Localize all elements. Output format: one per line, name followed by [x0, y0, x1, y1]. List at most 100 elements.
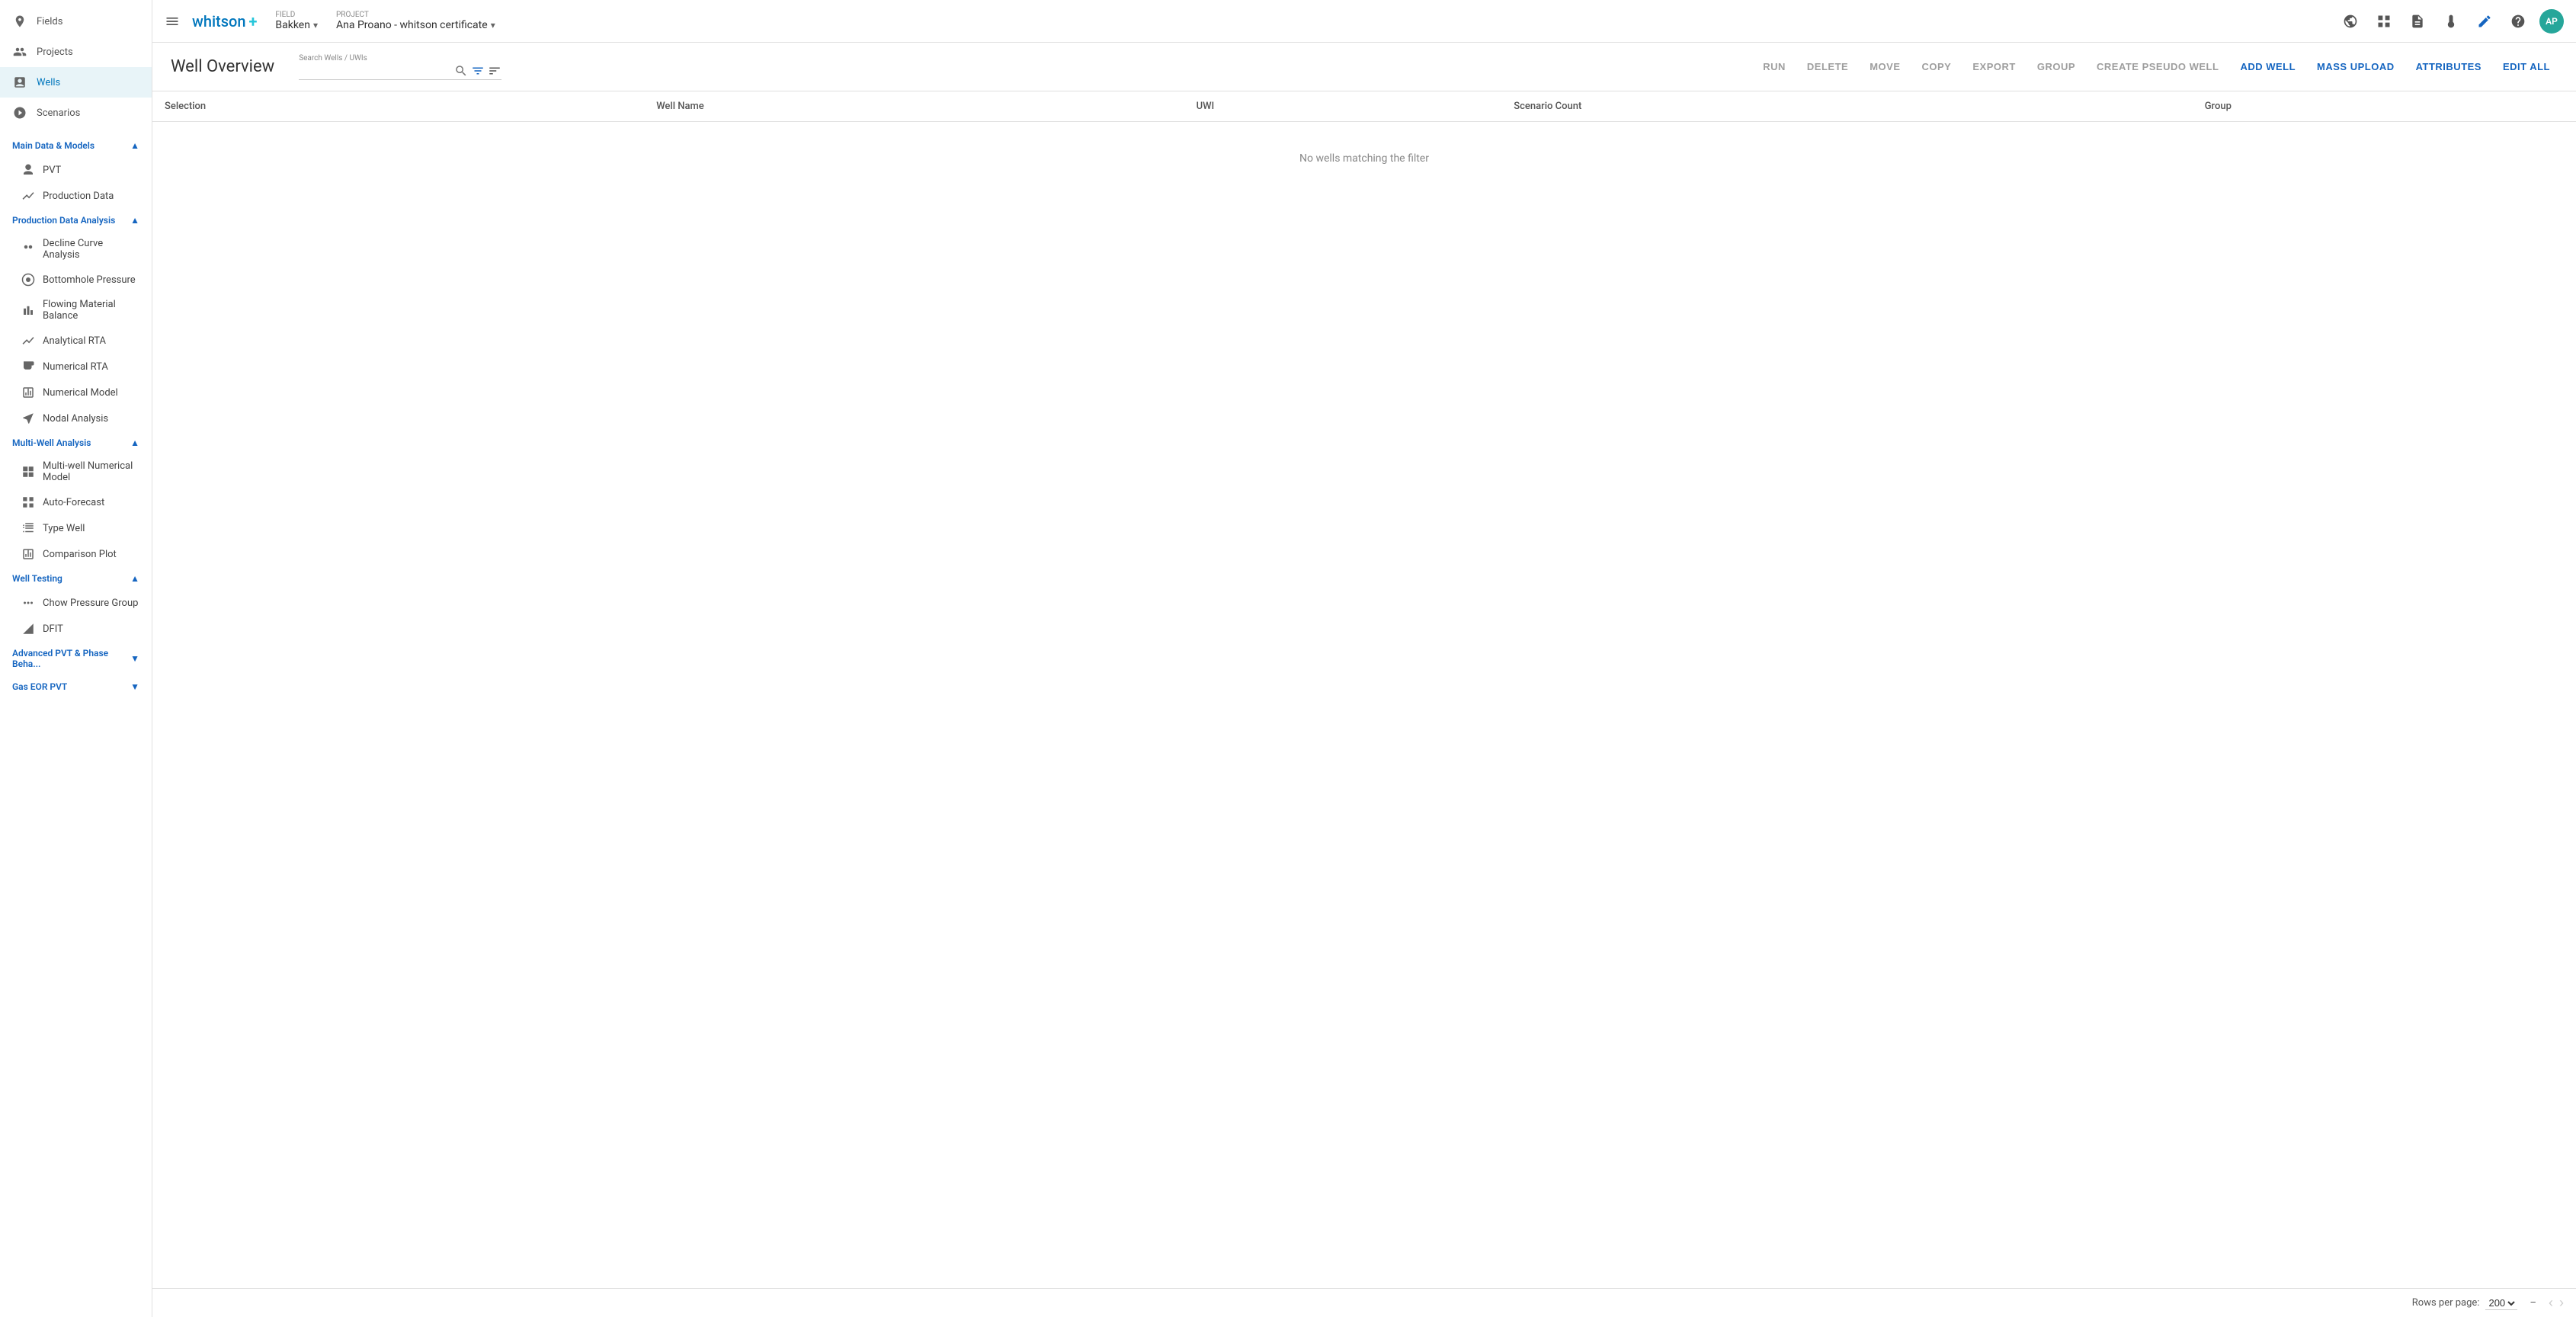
- sidebar-item-wells[interactable]: Wells: [0, 67, 152, 98]
- chevron-down-icon-2: ▼: [130, 681, 139, 692]
- section-header-main-data[interactable]: Main Data & Models ▲: [0, 134, 152, 157]
- sidebar-item-scenarios[interactable]: Scenarios: [0, 98, 152, 128]
- sidebar-item-fields[interactable]: Fields: [0, 6, 152, 37]
- edit-icon-button[interactable]: [2472, 9, 2497, 34]
- sidebar-item-chow-pressure-label: Chow Pressure Group: [43, 598, 138, 609]
- help-icon-button[interactable]: [2506, 9, 2530, 34]
- project-value: Ana Proano - whitson certificate: [336, 19, 488, 31]
- main-content: whitson+ Field Bakken ▾ Project Ana Proa…: [152, 0, 2576, 1317]
- sidebar-item-flowing-material[interactable]: Flowing Material Balance: [0, 293, 152, 328]
- sidebar-item-type-well[interactable]: Type Well: [0, 515, 152, 541]
- project-selector[interactable]: Project Ana Proano - whitson certificate…: [336, 11, 495, 31]
- search-input[interactable]: [299, 65, 451, 76]
- section-header-gas-eor[interactable]: Gas EOR PVT ▼: [0, 675, 152, 698]
- sidebar-item-nodal-analysis[interactable]: Nodal Analysis: [0, 405, 152, 431]
- sidebar-item-type-well-label: Type Well: [43, 523, 85, 534]
- sidebar-item-auto-forecast-label: Auto-Forecast: [43, 497, 104, 508]
- chow-pressure-icon: [21, 596, 35, 610]
- dfit-icon: [21, 622, 35, 636]
- sidebar-item-pvt[interactable]: PVT: [0, 157, 152, 183]
- export-button[interactable]: EXPORT: [1965, 56, 2023, 77]
- fields-icon: [12, 14, 27, 29]
- field-project-selector: Field Bakken ▾ Project Ana Proano - whit…: [275, 11, 495, 31]
- empty-table-message: No wells matching the filter: [152, 122, 2576, 196]
- multi-numerical-icon: [21, 465, 35, 479]
- section-label-advanced-pvt: Advanced PVT & Phase Beha...: [12, 648, 130, 669]
- sidebar-item-bottomhole[interactable]: Bottomhole Pressure: [0, 267, 152, 293]
- section-label-well-testing: Well Testing: [12, 573, 62, 584]
- sidebar: Fields Projects Wells: [0, 0, 152, 1317]
- sidebar-item-projects[interactable]: Projects: [0, 37, 152, 67]
- rows-per-page-select[interactable]: 200 100 50: [2485, 1296, 2517, 1310]
- section-header-advanced-pvt[interactable]: Advanced PVT & Phase Beha... ▼: [0, 642, 152, 675]
- sidebar-item-comparison-plot[interactable]: Comparison Plot: [0, 541, 152, 567]
- sidebar-item-numerical-rta-label: Numerical RTA: [43, 361, 108, 373]
- move-button[interactable]: MOVE: [1862, 56, 1908, 77]
- section-items-prod-analysis: Decline Curve Analysis Bottomhole Pressu…: [0, 232, 152, 431]
- sidebar-item-bottomhole-label: Bottomhole Pressure: [43, 274, 136, 286]
- col-group: Group: [2193, 91, 2576, 122]
- sidebar-item-multi-numerical[interactable]: Multi-well Numerical Model: [0, 454, 152, 489]
- sidebar-item-analytical-rta[interactable]: Analytical RTA: [0, 328, 152, 354]
- section-header-multi-well[interactable]: Multi-Well Analysis ▲: [0, 431, 152, 454]
- user-avatar[interactable]: AP: [2539, 9, 2564, 34]
- chevron-up-icon: ▲: [130, 140, 139, 151]
- attributes-button[interactable]: ATTRIBUTES: [2408, 56, 2489, 77]
- section-header-well-testing[interactable]: Well Testing ▲: [0, 567, 152, 590]
- sort-icon[interactable]: [488, 64, 501, 78]
- sidebar-item-dfit[interactable]: DFIT: [0, 616, 152, 642]
- scenarios-icon: [12, 105, 27, 120]
- col-selection: Selection: [152, 91, 644, 122]
- field-value: Bakken: [275, 19, 310, 31]
- sidebar-item-auto-forecast[interactable]: Auto-Forecast: [0, 489, 152, 515]
- edit-all-button[interactable]: EDIT ALL: [2495, 56, 2558, 77]
- project-value-wrapper[interactable]: Ana Proano - whitson certificate ▾: [336, 19, 495, 31]
- sidebar-item-scenarios-label: Scenarios: [37, 107, 80, 119]
- numerical-model-icon: [21, 386, 35, 399]
- section-items-main-data: PVT Production Data: [0, 157, 152, 209]
- chevron-up-icon-2: ▲: [130, 215, 139, 226]
- next-page-button[interactable]: ›: [2559, 1295, 2564, 1311]
- add-well-button[interactable]: ADD WELL: [2232, 56, 2303, 77]
- copy-button[interactable]: COPY: [1914, 56, 1959, 77]
- sidebar-item-production-data[interactable]: Production Data: [0, 183, 152, 209]
- sidebar-item-numerical-model-label: Numerical Model: [43, 387, 118, 399]
- topbar-right: AP: [2338, 9, 2564, 34]
- col-well-name: Well Name: [644, 91, 1184, 122]
- app-logo: whitson+: [192, 12, 257, 30]
- filter-icon[interactable]: [471, 64, 485, 78]
- hamburger-button[interactable]: [165, 14, 180, 29]
- delete-button[interactable]: DELETE: [1799, 56, 1856, 77]
- temperature-icon-button[interactable]: [2439, 9, 2463, 34]
- search-input-wrapper: [299, 64, 501, 80]
- search-wells-container: Search Wells / UWIs: [299, 54, 501, 80]
- search-icon[interactable]: [454, 64, 468, 78]
- field-selector[interactable]: Field Bakken ▾: [275, 11, 318, 31]
- document-icon-button[interactable]: [2405, 9, 2430, 34]
- sidebar-item-numerical-model[interactable]: Numerical Model: [0, 380, 152, 405]
- chevron-up-icon-3: ▲: [130, 437, 139, 448]
- mass-upload-button[interactable]: MASS UPLOAD: [2309, 56, 2402, 77]
- sidebar-item-decline-curve[interactable]: Decline Curve Analysis: [0, 232, 152, 267]
- sidebar-item-chow-pressure[interactable]: Chow Pressure Group: [0, 590, 152, 616]
- prev-page-button[interactable]: ‹: [2549, 1295, 2553, 1311]
- col-uwi: UWI: [1184, 91, 1502, 122]
- field-label: Field: [275, 11, 318, 19]
- grid-icon-button[interactable]: [2372, 9, 2396, 34]
- rows-per-page-control: Rows per page: 200 100 50: [2412, 1296, 2518, 1310]
- sidebar-item-multi-numerical-label: Multi-well Numerical Model: [43, 460, 139, 483]
- section-label-multi-well: Multi-Well Analysis: [12, 437, 91, 448]
- run-button[interactable]: RUN: [1755, 56, 1793, 77]
- section-header-prod-analysis[interactable]: Production Data Analysis ▲: [0, 209, 152, 232]
- sidebar-item-fields-label: Fields: [37, 16, 62, 27]
- globe-icon-button[interactable]: [2338, 9, 2363, 34]
- sidebar-item-numerical-rta[interactable]: Numerical RTA: [0, 354, 152, 380]
- field-value-wrapper[interactable]: Bakken ▾: [275, 19, 318, 31]
- create-pseudo-well-button[interactable]: CREATE PSEUDO WELL: [2089, 56, 2226, 77]
- projects-icon: [12, 44, 27, 59]
- sidebar-item-projects-label: Projects: [37, 46, 73, 58]
- rows-per-page-label: Rows per page:: [2412, 1297, 2480, 1309]
- table-footer: Rows per page: 200 100 50 – ‹ ›: [152, 1288, 2576, 1317]
- well-table: Selection Well Name UWI Scenario Count G…: [152, 91, 2576, 195]
- group-button[interactable]: GROUP: [2030, 56, 2083, 77]
